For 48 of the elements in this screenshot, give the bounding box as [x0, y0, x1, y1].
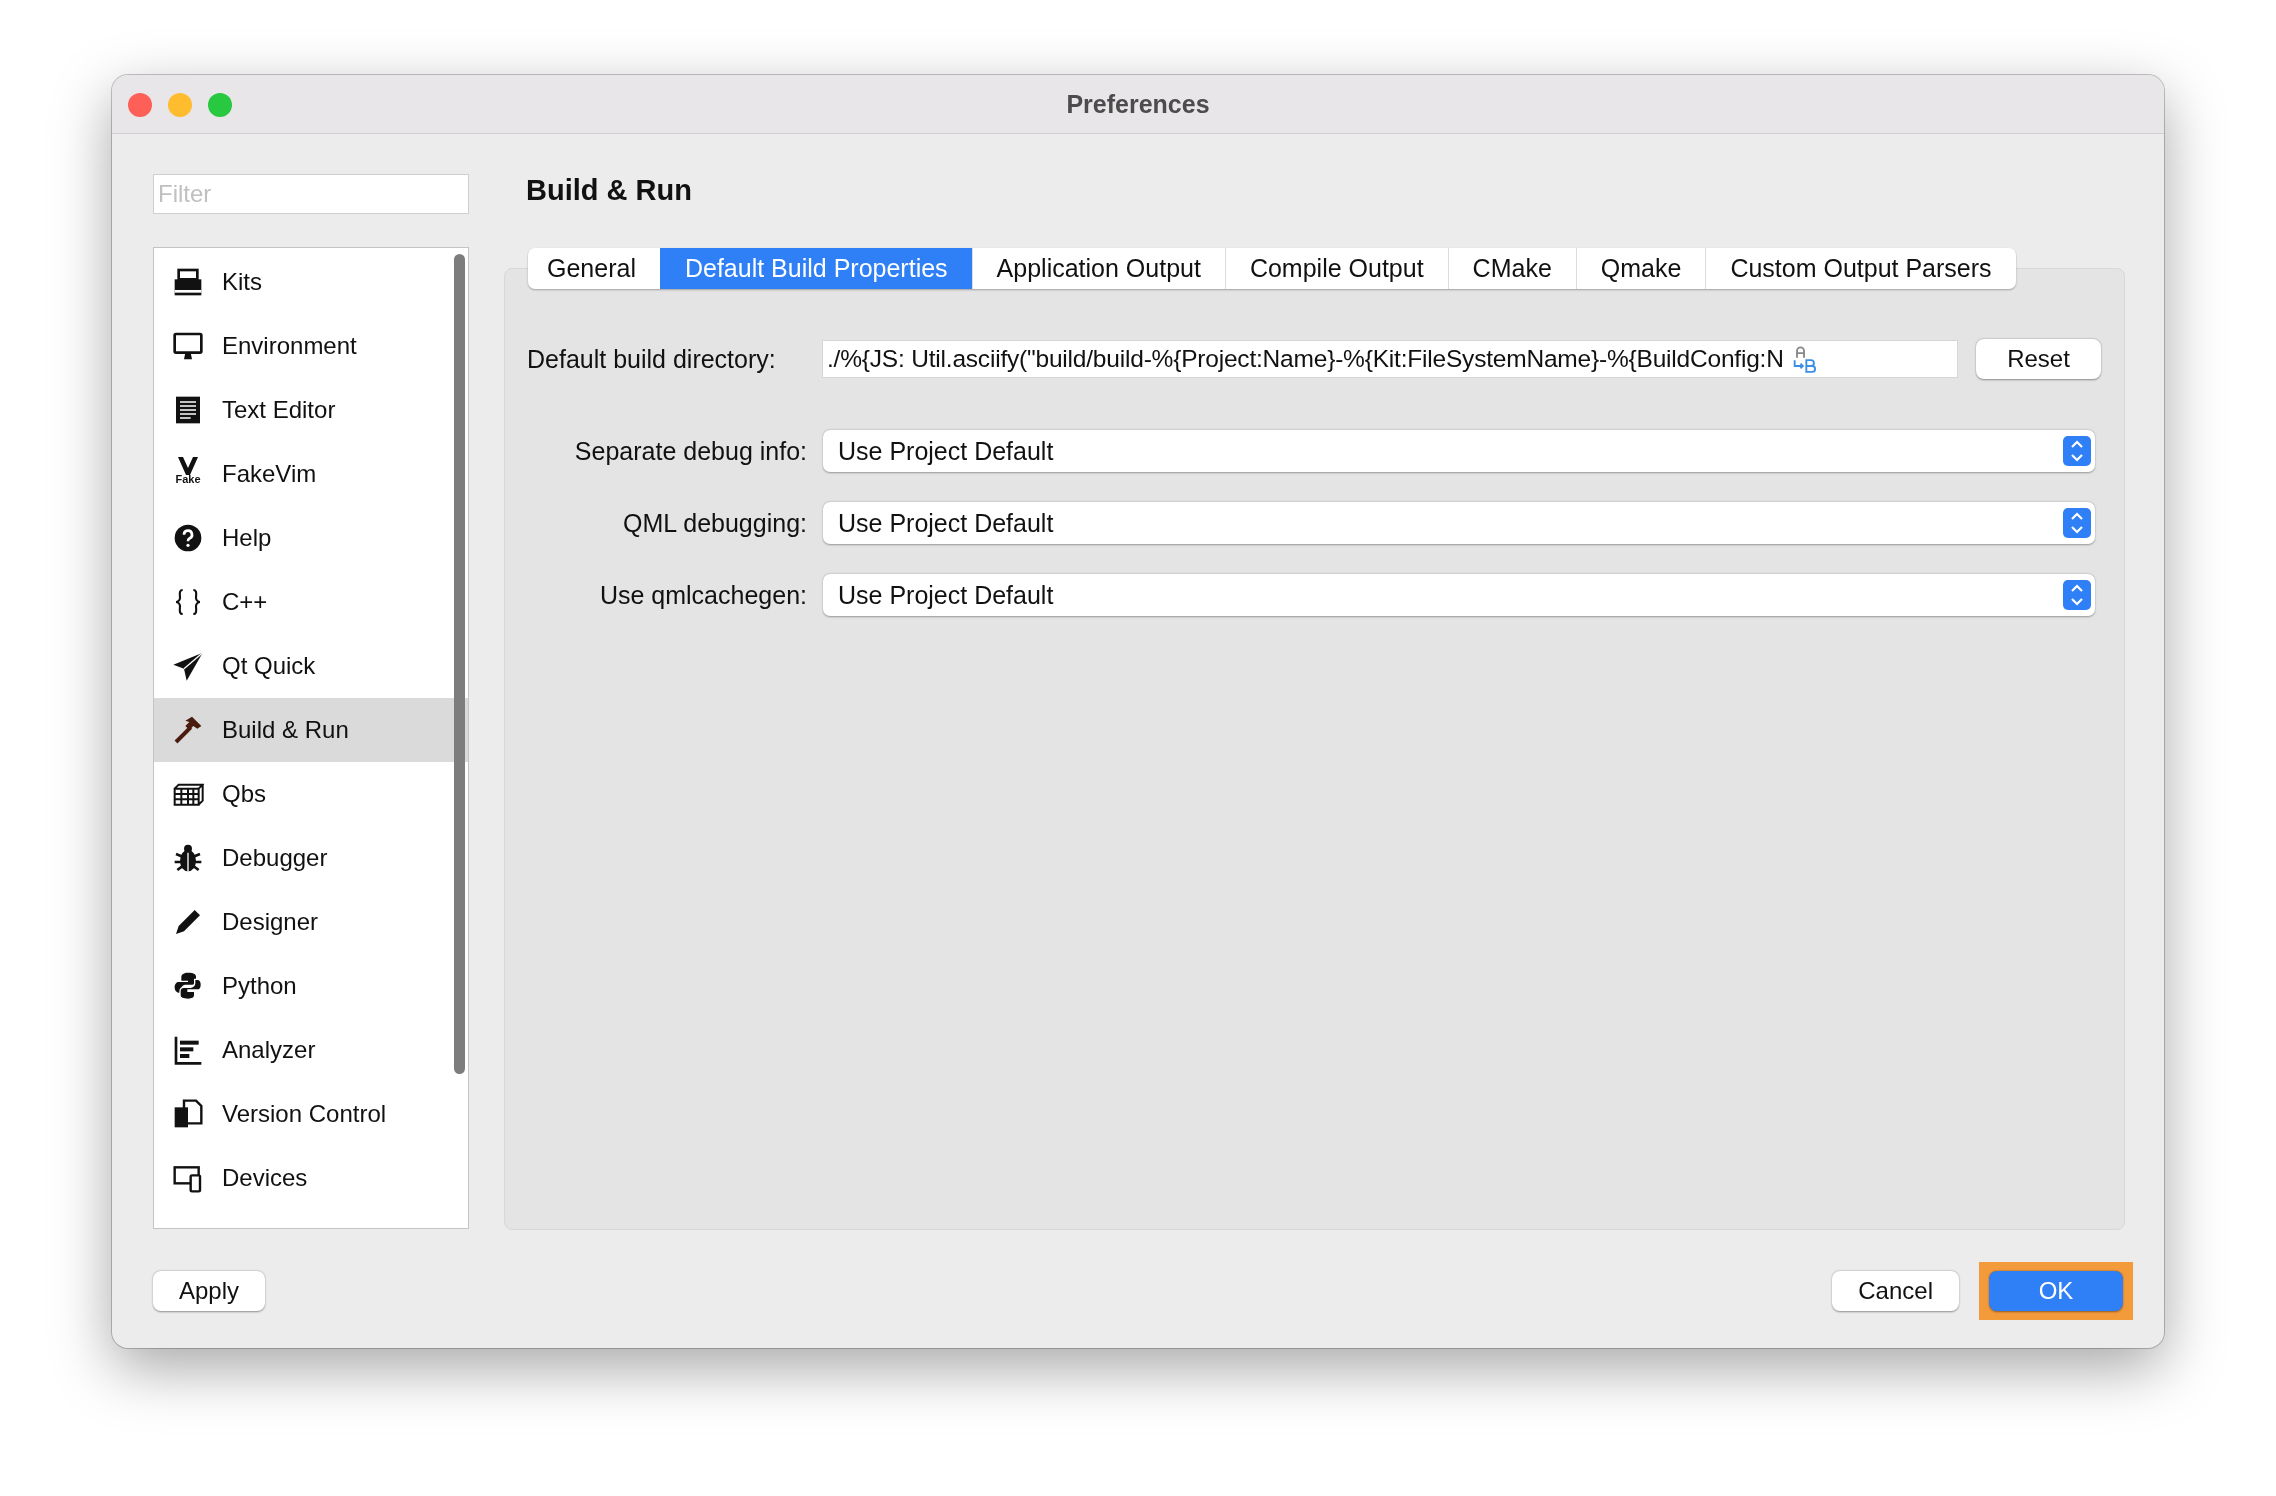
sidebar-item[interactable]: Debugger [154, 826, 468, 890]
sidebar-item[interactable]: Analyzer [154, 1018, 468, 1082]
field-label: Default build directory: [527, 344, 777, 374]
bug-icon [172, 842, 204, 874]
sidebar-item[interactable]: Designer [154, 890, 468, 954]
paper-plane-icon [172, 650, 204, 682]
filter-field[interactable]: Filter [153, 174, 469, 214]
sidebar-item[interactable]: Build & Run [154, 698, 468, 762]
sidebar-item[interactable]: Environment [154, 314, 468, 378]
sidebar-item[interactable]: Fake FakeVim [154, 442, 468, 506]
dropdown-arrows-icon [2063, 580, 2091, 610]
toolbox-icon [172, 266, 204, 298]
hammer-icon [172, 714, 204, 746]
field-label: QML debugging: [622, 508, 808, 538]
build-directory-field[interactable]: ./%{JS: Util.asciify("build/build-%{Project:Name}-%{Kit:FileSystemName}-%{BuildConfig:N [822, 340, 1958, 378]
sidebar-item[interactable]: Devices [154, 1146, 468, 1210]
cancel-button[interactable]: Cancel [1832, 1271, 1959, 1311]
dropdown[interactable]: Use Project Default [823, 574, 2095, 616]
tab[interactable]: Default Build Properties [659, 248, 972, 289]
bar-list-icon [172, 1034, 204, 1066]
python-icon [172, 970, 204, 1002]
dropdown[interactable]: Use Project Default [823, 502, 2095, 544]
reset-button[interactable]: Reset [1976, 339, 2101, 379]
tab[interactable]: General [528, 248, 660, 289]
ok-button[interactable]: OK [1989, 1271, 2123, 1311]
sidebar-item[interactable]: Text Editor [154, 378, 468, 442]
window-title: Preferences [1066, 89, 1210, 119]
sidebar-item[interactable]: Python [154, 954, 468, 1018]
page-title: Build & Run [525, 172, 693, 208]
apply-button[interactable]: Apply [153, 1271, 266, 1311]
sidebar-item[interactable]: Help [154, 506, 468, 570]
zoom-button[interactable] [208, 93, 232, 117]
files-icon [172, 1098, 204, 1130]
field-label: Use qmlcachegen: [598, 580, 808, 610]
monitor-icon [172, 330, 204, 362]
scrollbar[interactable] [454, 254, 465, 1074]
sidebar-item[interactable]: Qt Quick [154, 634, 468, 698]
help-icon [172, 522, 204, 554]
minimize-button[interactable] [168, 93, 192, 117]
dropdown-arrows-icon [2063, 508, 2091, 538]
dropdown[interactable]: Use Project Default [823, 430, 2095, 472]
field-label: Separate debug info: [573, 436, 808, 466]
dropdown-arrows-icon [2063, 436, 2091, 466]
close-button[interactable] [128, 93, 152, 117]
sidebar-item[interactable]: C++ [154, 570, 468, 634]
sidebar-item[interactable]: Kits [154, 250, 468, 314]
sidebar-item[interactable]: Version Control [154, 1082, 468, 1146]
sidebar-item[interactable]: Qbs [154, 762, 468, 826]
